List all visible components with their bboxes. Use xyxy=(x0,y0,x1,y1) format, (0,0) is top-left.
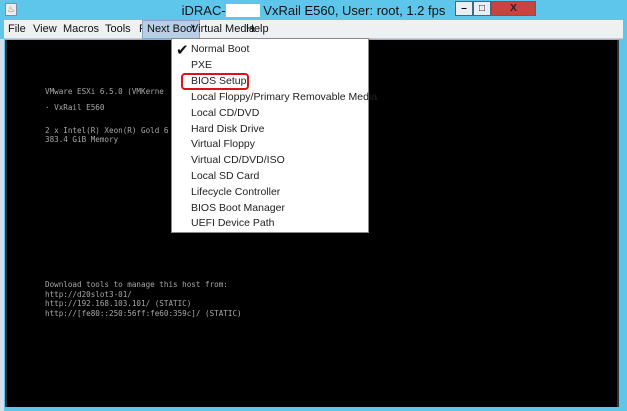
console-line: VMware ESXi 6.5.0 (VMKerne xyxy=(45,87,164,96)
menu-macros[interactable]: Macros xyxy=(59,20,103,39)
console-line: http://192.168.103.101/ (STATIC) xyxy=(45,299,192,308)
window-border xyxy=(0,39,4,411)
menu-view[interactable]: View xyxy=(29,20,61,39)
menu-item-local-floppy[interactable]: Local Floppy/Primary Removable Media xyxy=(191,90,377,105)
menu-item-bios-boot-manager[interactable]: BIOS Boot Manager xyxy=(191,201,285,216)
menu-file[interactable]: File xyxy=(4,20,30,39)
menu-item-local-sd-card[interactable]: Local SD Card xyxy=(191,169,259,184)
console-line: 383.4 GiB Memory xyxy=(45,135,119,144)
console-line: http://d20slot3-01/ xyxy=(45,290,132,299)
close-button[interactable]: X xyxy=(491,1,536,16)
console-line: 2 x Intel(R) Xeon(R) Gold 6 xyxy=(45,126,169,135)
maximize-button[interactable]: □ xyxy=(473,1,491,16)
menu-help[interactable]: Help xyxy=(242,20,273,39)
checkmark-icon: ✔ xyxy=(176,42,189,59)
menu-item-virtual-floppy[interactable]: Virtual Floppy xyxy=(191,137,255,152)
next-boot-dropdown: ✔ Normal Boot PXE BIOS Setup Local Flopp… xyxy=(171,38,377,233)
menu-item-virtual-cd-dvd-iso[interactable]: Virtual CD/DVD/ISO xyxy=(191,153,285,168)
console-line: http://[fe80::250:56ff:fe60:359c]/ (STAT… xyxy=(45,309,242,318)
title-bar: ♨ iDRAC- VxRail E560, User: root, 1.2 fp… xyxy=(0,0,627,20)
minimize-button[interactable]: – xyxy=(455,1,473,16)
menu-item-normal-boot[interactable]: Normal Boot xyxy=(191,42,249,57)
title-suffix: VxRail E560, User: root, 1.2 fps xyxy=(259,3,446,18)
menu-item-uefi-device-path[interactable]: UEFI Device Path xyxy=(191,216,274,231)
menu-item-bios-setup[interactable]: BIOS Setup xyxy=(191,74,246,89)
menu-tools[interactable]: Tools xyxy=(101,20,135,39)
menu-item-hard-disk-drive[interactable]: Hard Disk Drive xyxy=(191,122,265,137)
title-prefix: iDRAC- xyxy=(181,3,226,18)
menu-item-local-cd-dvd[interactable]: Local CD/DVD xyxy=(191,106,259,121)
console-line: · VxRail E560 xyxy=(45,103,105,112)
menu-bar: File View Macros Tools Power Next Boot V… xyxy=(4,20,623,39)
console-line: Download tools to manage this host from: xyxy=(45,280,228,289)
menu-item-pxe[interactable]: PXE xyxy=(191,58,212,73)
menu-item-lifecycle-controller[interactable]: Lifecycle Controller xyxy=(191,185,280,200)
redacted-hostname xyxy=(225,4,260,17)
